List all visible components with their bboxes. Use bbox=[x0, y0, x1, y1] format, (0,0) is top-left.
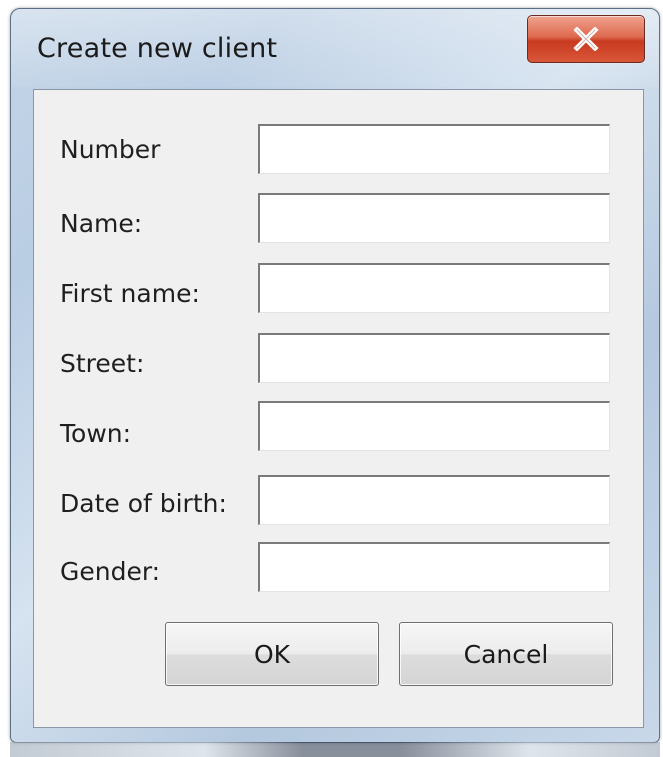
dialog-client-area: Number Name: First name: Street: Town: D… bbox=[33, 89, 644, 728]
first-name-label: First name: bbox=[60, 279, 200, 308]
first-name-field[interactable] bbox=[258, 263, 610, 313]
cancel-button[interactable]: Cancel bbox=[399, 622, 613, 686]
town-label: Town: bbox=[60, 419, 132, 448]
gender-label: Gender: bbox=[60, 557, 161, 586]
gender-field[interactable] bbox=[258, 542, 610, 592]
close-icon bbox=[572, 27, 600, 51]
close-button[interactable] bbox=[527, 15, 645, 63]
number-field[interactable] bbox=[258, 124, 610, 174]
street-field[interactable] bbox=[258, 333, 610, 383]
background-strip bbox=[10, 742, 660, 757]
window-title: Create new client bbox=[37, 33, 278, 64]
dialog-window: Create new client Number Name: First nam… bbox=[10, 8, 660, 743]
date-of-birth-field[interactable] bbox=[258, 475, 610, 525]
number-label: Number bbox=[60, 135, 161, 164]
street-label: Street: bbox=[60, 349, 145, 378]
town-field[interactable] bbox=[258, 401, 610, 451]
name-field[interactable] bbox=[258, 193, 610, 243]
ok-button[interactable]: OK bbox=[165, 622, 379, 686]
name-label: Name: bbox=[60, 209, 143, 238]
date-of-birth-label: Date of birth: bbox=[60, 489, 227, 518]
